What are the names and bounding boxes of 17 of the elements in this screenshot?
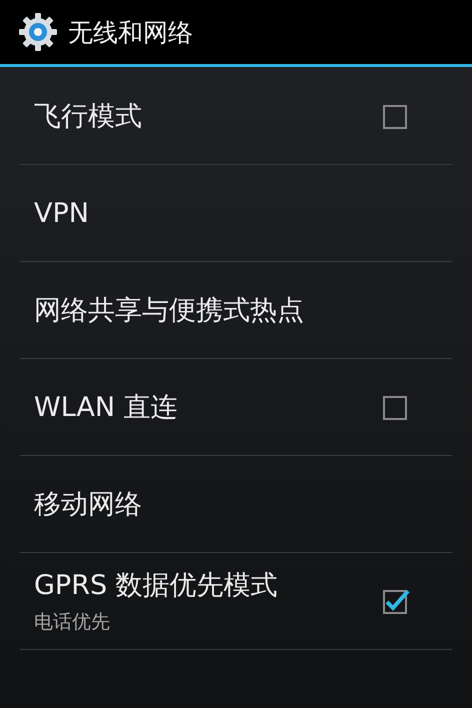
item-summary: 电话优先: [34, 610, 111, 635]
settings-item[interactable]: 移动网络: [20, 456, 452, 553]
item-title: VPN: [34, 198, 89, 228]
settings-item[interactable]: 网络共享与便携式热点: [20, 262, 452, 359]
item-title: 移动网络: [34, 488, 142, 522]
settings-icon: [18, 12, 58, 52]
screen-title: 无线和网络: [68, 16, 193, 48]
settings-item[interactable]: WLAN 直连: [20, 359, 452, 456]
item-title: WLAN 直连: [34, 391, 178, 425]
settings-item[interactable]: 飞行模式: [20, 67, 452, 165]
item-title: GPRS 数据优先模式: [34, 569, 278, 603]
checkbox[interactable]: [382, 587, 410, 615]
checkbox[interactable]: [382, 393, 410, 421]
settings-item[interactable]: VPN: [20, 165, 452, 262]
item-title: 网络共享与便携式热点: [34, 294, 304, 328]
settings-item[interactable]: GPRS 数据优先模式 电话优先: [20, 553, 452, 650]
item-title: 飞行模式: [34, 100, 142, 134]
